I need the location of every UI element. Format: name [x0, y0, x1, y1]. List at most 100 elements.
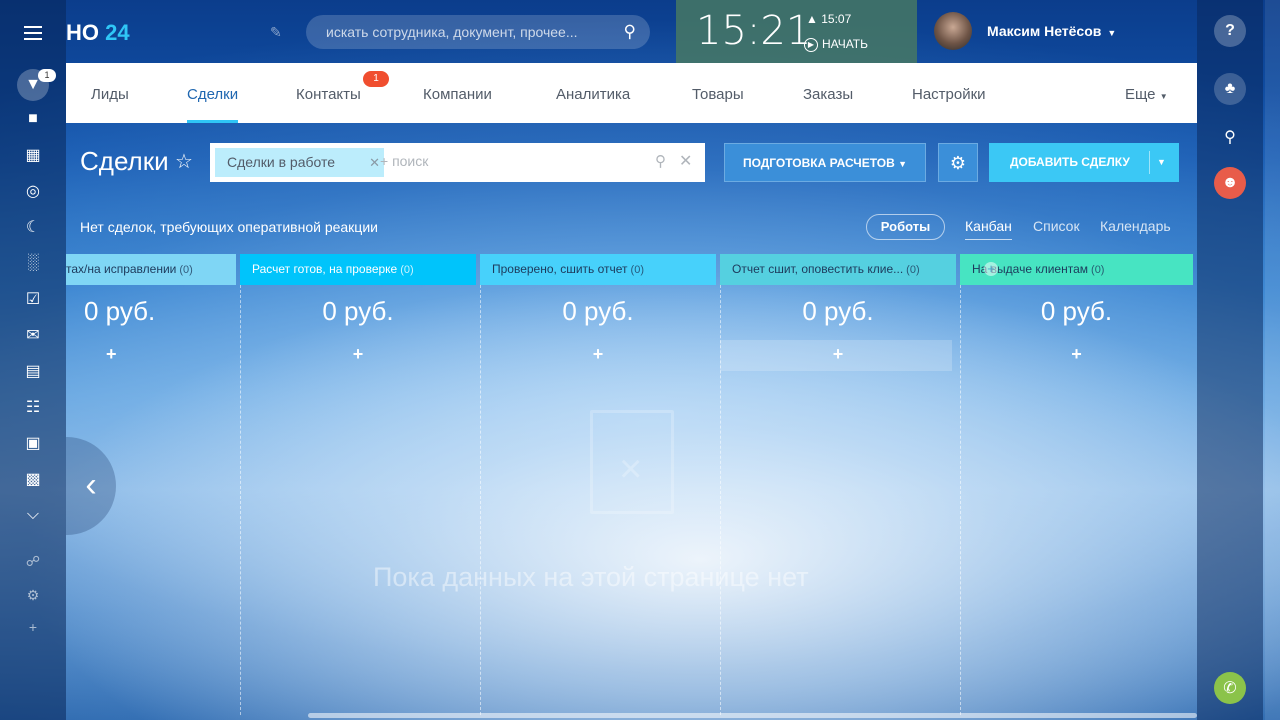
filter-tag-label: Сделки в работе: [227, 154, 336, 170]
tab-contacts[interactable]: Контакты: [296, 63, 361, 123]
right-sidebar: [1197, 0, 1263, 720]
kanban-column: На выдаче клиентам (0) 0 руб. +: [960, 254, 1193, 720]
tab-settings[interactable]: Настройки: [912, 63, 986, 123]
column-header[interactable]: Отчет сшит, оповестить клие... (0): [720, 254, 956, 285]
add-deal-plus-icon[interactable]: +: [480, 344, 716, 365]
empty-state-text: Пока данных на этой странице нет: [373, 562, 809, 592]
kanban-column: Отчет сшит, оповестить клие... (0) 0 руб. +: [720, 254, 956, 720]
structure-icon[interactable]: ☍: [22, 550, 44, 572]
add-deal-plus-icon[interactable]: +: [240, 344, 476, 365]
column-count: (0): [906, 264, 920, 276]
column-count: (0): [179, 264, 193, 276]
tab-deals[interactable]: Сделки: [187, 63, 239, 123]
time-tracker[interactable]: 15:21 ▲ 15:07 ▶ НАЧАТЬ: [676, 0, 917, 63]
tab-companies[interactable]: Компании: [423, 63, 492, 123]
user-menu[interactable]: Максим Нетёсов ▼: [987, 23, 1116, 39]
bar-chart-icon[interactable]: ░: [22, 252, 44, 274]
tab-more-label: Еще: [1125, 86, 1156, 103]
add-plus-icon[interactable]: +: [22, 616, 44, 638]
search-placeholder: искать сотрудника, документ, прочее...: [326, 24, 578, 40]
vertical-scrollbar[interactable]: [1265, 0, 1280, 720]
view-calendar[interactable]: Календарь: [1100, 218, 1171, 234]
drive-icon[interactable]: ▤: [22, 360, 44, 382]
add-deal-plus-icon[interactable]: +: [720, 344, 956, 365]
logo-number: 24: [105, 20, 130, 45]
menu-icon[interactable]: [24, 26, 42, 40]
no-urgent-deals-text: Нет сделок, требующих оперативной реакци…: [80, 219, 378, 235]
remove-filter-icon[interactable]: ✕: [369, 148, 380, 177]
apps-grid-icon[interactable]: ▩: [22, 468, 44, 490]
column-divider: [720, 285, 721, 715]
settings-gear-button[interactable]: ⚙: [938, 143, 978, 182]
alarm-icon: ▲: [806, 12, 818, 26]
column-title: Отчет сшит, оповестить клие...: [732, 262, 904, 276]
tab-leads[interactable]: Лиды: [91, 63, 129, 123]
filter-tag[interactable]: Сделки в работе ✕: [215, 148, 384, 177]
help-icon[interactable]: ?: [1214, 15, 1246, 47]
tab-more[interactable]: Еще ▼: [1125, 63, 1168, 123]
mail-icon[interactable]: ✉: [22, 324, 44, 346]
view-list[interactable]: Список: [1033, 218, 1080, 234]
filter-search-box[interactable]: Сделки в работе ✕ + поиск ⚲ ✕: [210, 143, 705, 182]
add-deal-button[interactable]: ДОБАВИТЬ СДЕЛКУ ▼: [989, 143, 1179, 182]
tab-products[interactable]: Товары: [692, 63, 744, 123]
global-search-input[interactable]: искать сотрудника, документ, прочее... ⚲: [306, 15, 650, 49]
sidebar-badge: 1: [38, 69, 56, 82]
moon-icon[interactable]: ☾: [22, 216, 44, 238]
window-icon[interactable]: ▣: [22, 432, 44, 454]
cart-icon[interactable]: ☷: [22, 396, 44, 418]
contacts-user-icon[interactable]: ☻: [1214, 167, 1246, 199]
add-stage-icon[interactable]: +: [984, 262, 998, 276]
pencil-icon[interactable]: ✎: [270, 24, 282, 41]
more-down-icon[interactable]: ⌵: [22, 504, 44, 526]
empty-document-icon: [590, 410, 674, 514]
column-divider: [240, 285, 241, 715]
column-header[interactable]: тах/на исправлении (0): [66, 254, 236, 285]
clock-time: 15:21: [696, 8, 812, 54]
column-sum: 0 руб.: [802, 296, 874, 326]
view-kanban[interactable]: Канбан: [965, 218, 1012, 240]
column-header[interactable]: Расчет готов, на проверке (0): [240, 254, 476, 285]
crm-tab-menu: Лиды Сделки Контакты 1 Компании Аналитик…: [66, 63, 1197, 123]
column-count: (0): [1091, 264, 1105, 276]
column-header[interactable]: Проверено, сшить отчет (0): [480, 254, 716, 285]
calendar-icon[interactable]: ▦: [22, 144, 44, 166]
chevron-down-icon: ▼: [898, 159, 908, 169]
target-icon[interactable]: ◎: [22, 180, 44, 202]
star-icon[interactable]: ☆: [175, 149, 193, 174]
search-icon[interactable]: ⚲: [655, 152, 666, 170]
box-icon[interactable]: ■: [22, 108, 44, 130]
phone-icon[interactable]: ✆: [1214, 672, 1246, 704]
chevron-down-icon: ▼: [1159, 92, 1168, 101]
play-icon: ▶: [804, 37, 818, 52]
add-deal-label: ДОБАВИТЬ СДЕЛКУ: [1010, 155, 1130, 169]
start-workday-button[interactable]: ▶ НАЧАТЬ: [804, 37, 868, 52]
bell-icon[interactable]: ♣: [1214, 73, 1246, 105]
user-name: Максим Нетёсов: [987, 23, 1102, 39]
horizontal-scrollbar[interactable]: [308, 713, 1197, 718]
filter-search-input[interactable]: + поиск: [380, 153, 428, 169]
search-icon-right[interactable]: ⚲: [1214, 121, 1246, 153]
task-check-icon[interactable]: ☑: [22, 288, 44, 310]
button-divider: [1149, 151, 1150, 174]
column-sum: 0 руб.: [84, 296, 156, 326]
avatar[interactable]: [934, 12, 972, 50]
clock-alarm: ▲ 15:07: [806, 12, 851, 26]
chevron-down-icon[interactable]: ▼: [1157, 143, 1166, 182]
prepare-calculations-button[interactable]: ПОДГОТОВКА РАСЧЕТОВ ▼: [724, 143, 926, 182]
contacts-badge: 1: [363, 71, 389, 87]
app-logo[interactable]: НО 24: [66, 20, 130, 46]
column-title: Расчет готов, на проверке: [252, 262, 398, 276]
robots-button[interactable]: Роботы: [866, 214, 945, 240]
add-deal-plus-icon[interactable]: +: [960, 344, 1193, 365]
column-title: тах/на исправлении: [66, 262, 177, 276]
column-divider: [960, 285, 961, 715]
add-deal-plus-icon[interactable]: +: [66, 344, 236, 365]
prep-label: ПОДГОТОВКА РАСЧЕТОВ: [742, 156, 895, 170]
close-icon[interactable]: ✕: [679, 151, 692, 171]
tab-analytics[interactable]: Аналитика: [556, 63, 630, 123]
chevron-down-icon: ▼: [1107, 28, 1117, 38]
settings-gear-icon[interactable]: ⚙: [22, 584, 44, 606]
search-icon[interactable]: ⚲: [624, 15, 636, 49]
tab-orders[interactable]: Заказы: [803, 63, 853, 123]
